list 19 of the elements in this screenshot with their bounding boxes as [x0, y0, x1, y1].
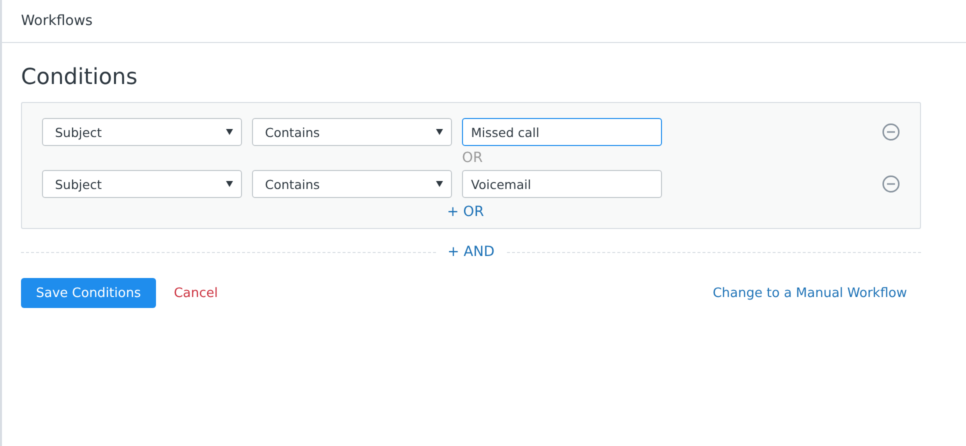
- operator-dropdown[interactable]: Contains: [252, 170, 452, 198]
- operator-dropdown[interactable]: Contains: [252, 118, 452, 146]
- add-and-link[interactable]: + AND: [448, 244, 495, 260]
- section-title: Conditions: [21, 65, 138, 90]
- value-field[interactable]: Voicemail: [462, 170, 662, 198]
- cancel-link[interactable]: Cancel: [174, 286, 218, 300]
- caret-icon: [226, 181, 233, 187]
- caret-icon: [226, 129, 233, 135]
- manual-workflow-link[interactable]: Change to a Manual Workflow: [712, 286, 907, 300]
- caret-icon: [436, 129, 443, 135]
- caret-icon: [436, 181, 443, 187]
- value-field[interactable]: Missed call: [462, 118, 662, 146]
- field-dropdown[interactable]: Subject: [42, 170, 242, 198]
- field-dropdown[interactable]: Subject: [42, 118, 242, 146]
- remove-icon[interactable]: [882, 175, 900, 193]
- remove-icon[interactable]: [882, 123, 900, 141]
- add-or-link[interactable]: + OR: [447, 198, 484, 220]
- page-title: Workflows: [21, 13, 93, 29]
- or-separator: OR: [462, 149, 484, 168]
